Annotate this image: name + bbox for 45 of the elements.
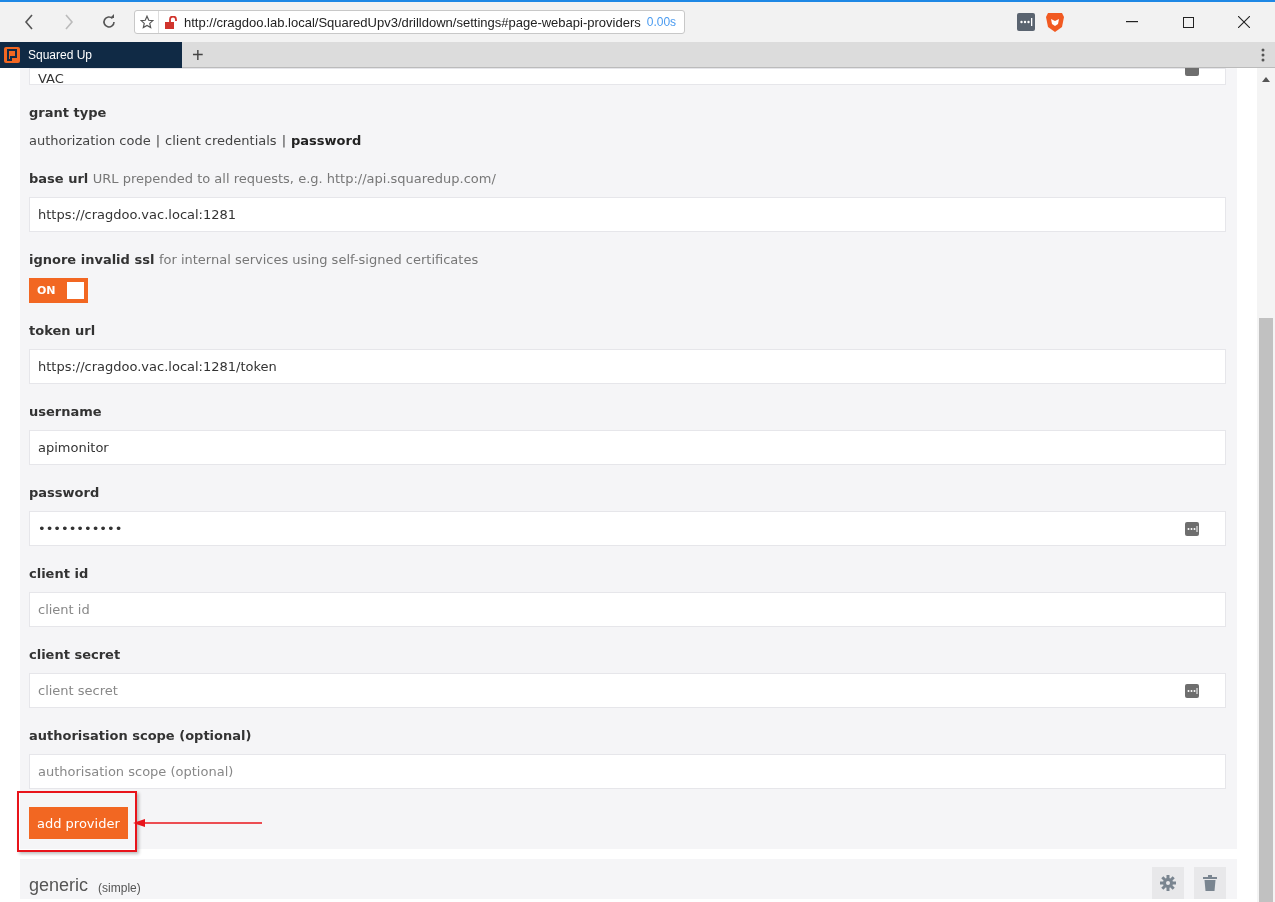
grant-option[interactable]: client credentials xyxy=(165,131,277,151)
grant-option[interactable]: password xyxy=(291,131,362,151)
menu-icon[interactable] xyxy=(1261,47,1265,62)
close-icon xyxy=(1238,16,1250,28)
field-label: username xyxy=(29,403,103,421)
scrollbar-thumb[interactable] xyxy=(1259,318,1273,902)
field-label: token url xyxy=(29,322,97,340)
new-tab-button[interactable]: + xyxy=(186,44,210,65)
input-field[interactable]: https://cragdoo.vac.local:1281 xyxy=(29,197,1226,232)
field-label: grant type xyxy=(29,104,108,122)
input-field[interactable]: client secret xyxy=(29,673,1226,708)
load-time: 0.00s xyxy=(646,15,677,29)
provider-type: (simple) xyxy=(98,880,141,895)
scroll-up-icon[interactable] xyxy=(1262,76,1270,82)
input-field[interactable]: ••••••••••• xyxy=(29,511,1226,546)
maximize-icon xyxy=(1182,16,1194,28)
field-label: base url URL prepended to all requests, e.g. http://api.squaredup.com/ xyxy=(29,170,497,188)
password-manager-icon[interactable] xyxy=(1017,13,1035,31)
logo-icon xyxy=(4,46,20,63)
field-label: client id xyxy=(29,565,90,583)
reload-icon xyxy=(101,14,117,30)
field-label: client secret xyxy=(29,646,122,664)
separator: | xyxy=(155,132,161,150)
field-label: ignore invalid ssl for internal services using self-signed certificates xyxy=(29,251,480,269)
provider-name: generic xyxy=(29,874,89,896)
forward-icon xyxy=(64,14,74,30)
delete-button[interactable] xyxy=(1194,867,1226,899)
back-icon xyxy=(24,14,34,30)
input-field[interactable]: client id xyxy=(29,592,1226,627)
trash-icon xyxy=(1203,875,1217,891)
address-bar[interactable]: http://cragdoo.lab.local/SquaredUpv3/drilldown/settings#page-webapi-providers xyxy=(184,14,641,30)
unlocked-padlock-icon xyxy=(165,15,178,29)
field-label: password xyxy=(29,484,101,502)
grant-option[interactable]: authorization code xyxy=(29,131,151,151)
lion-shield-icon[interactable] xyxy=(1045,11,1065,33)
minimize-icon xyxy=(1126,21,1138,23)
browser-tab[interactable]: Squared Up xyxy=(0,41,182,68)
input-field[interactable]: VAC xyxy=(29,68,1226,85)
input-field[interactable]: apimonitor xyxy=(29,430,1226,465)
input-field[interactable]: https://cragdoo.vac.local:1281/token xyxy=(29,349,1226,384)
separator: | xyxy=(281,132,286,150)
input-field[interactable]: authorisation scope (optional) xyxy=(29,754,1226,789)
settings-button[interactable] xyxy=(1152,867,1184,899)
field-label: authorisation scope (optional) xyxy=(29,727,253,745)
gear-icon xyxy=(1160,875,1176,891)
